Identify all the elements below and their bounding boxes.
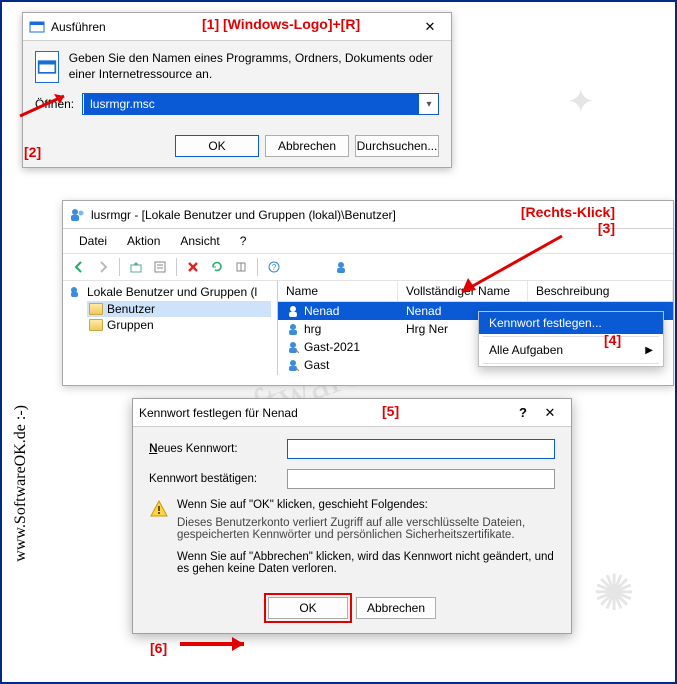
watermark-sidebar: www.SoftwareOK.de :-) (12, 405, 30, 562)
column-headers: Name Vollständiger Name Beschreibung (278, 281, 673, 302)
pw-title: Kennwort festlegen für Nenad (139, 406, 511, 420)
mmc-icon (69, 207, 85, 223)
help-icon[interactable]: ? (264, 257, 284, 277)
cell-full: Hrg Ner (406, 322, 448, 336)
context-menu: Kennwort festlegen... Alle Aufgaben ▶ (478, 311, 664, 367)
open-value: lusrmgr.msc (84, 94, 419, 114)
pw-titlebar: Kennwort festlegen für Nenad ? ✕ (133, 399, 571, 427)
mmc-title: lusrmgr - [Lokale Benutzer und Gruppen (… (91, 208, 667, 222)
col-fullname[interactable]: Vollständiger Name (398, 281, 528, 301)
tree-groups[interactable]: Gruppen (87, 317, 271, 333)
mmc-titlebar: lusrmgr - [Lokale Benutzer und Gruppen (… (63, 201, 673, 229)
refresh-icon[interactable] (207, 257, 227, 277)
folder-icon (89, 303, 103, 315)
cell-name: Gast (304, 358, 329, 372)
warning-icon (149, 499, 169, 519)
warn-cancel: Wenn Sie auf "Abbrechen" klicken, wird d… (177, 551, 555, 575)
ctx-set-password[interactable]: Kennwort festlegen... (479, 312, 663, 334)
new-password-label: NNeues Kennwort: (149, 443, 279, 455)
confirm-password-input[interactable] (287, 469, 555, 489)
new-password-input[interactable] (287, 439, 555, 459)
col-desc[interactable]: Beschreibung (528, 281, 673, 301)
cancel-button[interactable]: Abbrechen (356, 597, 436, 619)
menu-action[interactable]: Aktion (119, 232, 168, 250)
close-icon[interactable]: ✕ (415, 19, 445, 35)
new-user-icon[interactable] (332, 257, 352, 277)
up-icon[interactable] (126, 257, 146, 277)
cancel-button[interactable]: Abbrechen (265, 135, 349, 157)
warn-intro: Wenn Sie auf "OK" klicken, geschieht Fol… (177, 499, 555, 511)
toolbar: ? (63, 254, 673, 281)
lusrmgr-window: lusrmgr - [Lokale Benutzer und Gruppen (… (62, 200, 674, 386)
tree-users[interactable]: Benutzer (87, 301, 271, 317)
ctx-all-tasks-label: Alle Aufgaben (489, 343, 563, 357)
cell-name: hrg (304, 322, 321, 336)
tree-pane: Lokale Benutzer und Gruppen (l Benutzer … (63, 281, 278, 375)
password-dialog: Kennwort festlegen für Nenad ? ✕ NNeues … (132, 398, 572, 634)
tree-root-label: Lokale Benutzer und Gruppen (l (87, 285, 257, 299)
ok-button[interactable]: OK (268, 597, 348, 619)
cell-name: Nenad (304, 304, 339, 318)
svg-text:?: ? (272, 263, 277, 272)
run-icon (29, 19, 45, 35)
annotation-6: [6] (150, 640, 167, 656)
back-icon[interactable] (69, 257, 89, 277)
run-titlebar: Ausführen ✕ (23, 13, 451, 41)
chevron-right-icon: ▶ (645, 345, 653, 356)
help-button[interactable]: ? (511, 405, 535, 420)
arrow-icon (178, 634, 262, 654)
close-icon[interactable]: ✕ (535, 405, 565, 421)
open-label: Öffnen: (35, 97, 74, 111)
browse-button[interactable]: Durchsuchen... (355, 135, 439, 157)
cell-full: Nenad (406, 304, 441, 318)
menu-help[interactable]: ? (232, 232, 255, 250)
decorative-figure-2: ✺ (593, 564, 635, 622)
ctx-all-tasks[interactable]: Alle Aufgaben ▶ (479, 339, 663, 361)
warn-body: Dieses Benutzerkonto verliert Zugriff au… (177, 517, 555, 541)
export-icon[interactable] (231, 257, 251, 277)
confirm-password-label: Kennwort bestätigen: (149, 473, 279, 485)
decorative-figure-1: ✦ (567, 82, 596, 122)
run-big-icon (35, 51, 59, 83)
menu-view[interactable]: Ansicht (172, 232, 227, 250)
chevron-down-icon[interactable]: ▾ (420, 99, 438, 110)
tree-groups-label: Gruppen (107, 318, 154, 332)
open-combobox[interactable]: lusrmgr.msc ▾ (82, 93, 439, 115)
cell-name: Gast-2021 (304, 340, 360, 354)
run-title: Ausführen (51, 20, 415, 34)
menu-file[interactable]: Datei (71, 232, 115, 250)
run-description: Geben Sie den Namen eines Programms, Ord… (69, 51, 439, 83)
col-name[interactable]: Name (278, 281, 398, 301)
menu-bar: Datei Aktion Ansicht ? (63, 229, 673, 254)
forward-icon[interactable] (93, 257, 113, 277)
properties-icon[interactable] (150, 257, 170, 277)
tree-root[interactable]: Lokale Benutzer und Gruppen (l (69, 285, 271, 299)
delete-icon[interactable] (183, 257, 203, 277)
run-dialog: Ausführen ✕ Geben Sie den Namen eines Pr… (22, 12, 452, 168)
list-pane: Name Vollständiger Name Beschreibung Nen… (278, 281, 673, 375)
folder-icon (89, 319, 103, 331)
ok-button[interactable]: OK (175, 135, 259, 157)
tree-users-label: Benutzer (107, 302, 155, 316)
